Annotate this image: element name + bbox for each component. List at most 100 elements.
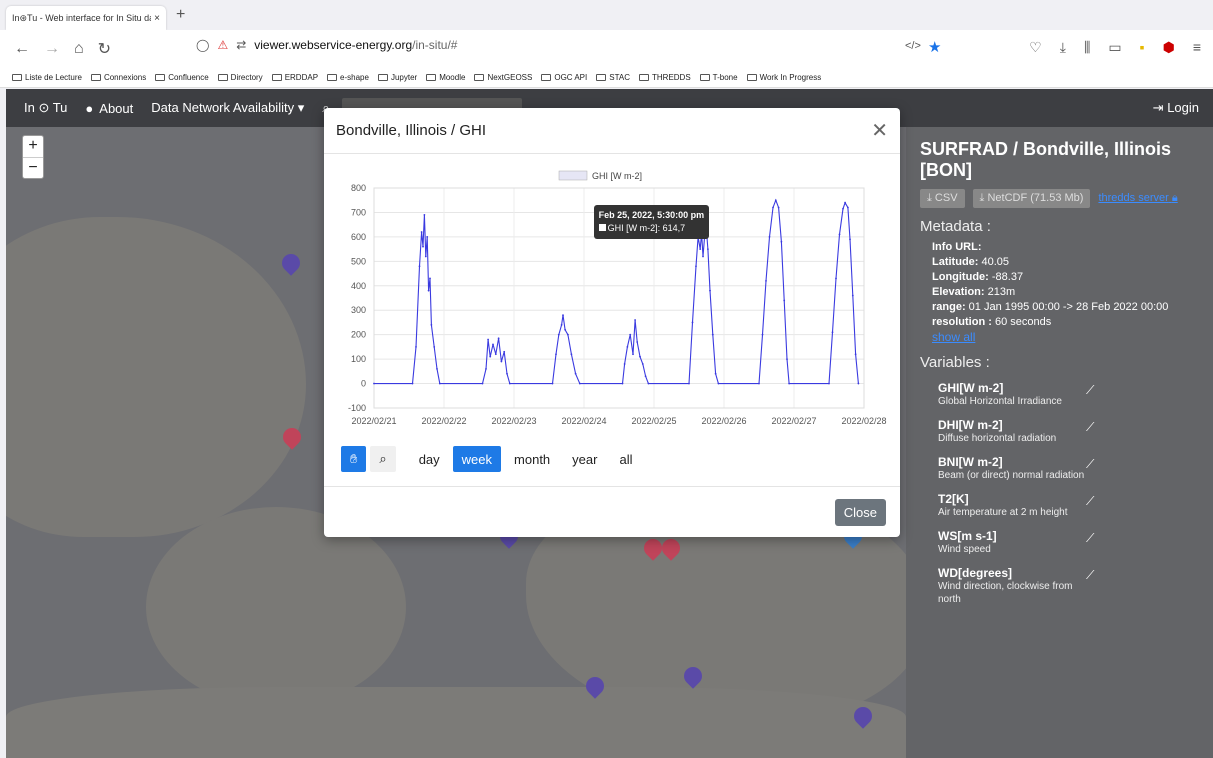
browser-tab-bar: In⊛Tu - Web interface for In Situ da × + <box>0 0 1213 30</box>
data-point <box>423 213 426 216</box>
bookmark-label: e-shape <box>340 73 369 82</box>
sidebar-icon[interactable]: ▭ <box>1108 39 1121 56</box>
browser-tab[interactable]: In⊛Tu - Web interface for In Situ da × <box>6 6 166 30</box>
forward-icon[interactable]: → <box>44 40 60 58</box>
bookmark-label: THREDDS <box>652 73 691 82</box>
data-point <box>709 289 711 292</box>
data-point <box>780 240 783 243</box>
data-point <box>494 353 497 356</box>
extension-icon[interactable]: ▪ <box>1140 39 1145 56</box>
data-point <box>481 382 484 385</box>
data-point <box>844 201 846 204</box>
data-point <box>711 333 714 336</box>
data-point <box>714 372 717 375</box>
x-tick-label: 2022/02/22 <box>421 416 466 426</box>
bookmarks-bar: Liste de Lecture Connexions Confluence Dire… <box>0 68 1213 88</box>
reload-icon[interactable]: ↻ <box>98 39 111 59</box>
folder-icon <box>596 74 607 81</box>
new-tab-button[interactable]: + <box>176 6 185 24</box>
y-tick-label: 0 <box>361 379 366 389</box>
data-point <box>420 231 423 233</box>
bookmark-item[interactable]: STAC <box>596 73 630 82</box>
bookmark-item[interactable]: Confluence <box>155 73 209 82</box>
bookmark-item[interactable]: NextGEOSS <box>474 73 532 82</box>
zoom-tool-button[interactable]: ⌕ <box>370 446 396 472</box>
legend-label: GHI [W m-2] <box>592 171 642 181</box>
data-point <box>436 367 438 370</box>
bookmark-item[interactable]: Work In Progress <box>746 73 821 82</box>
range-button-month[interactable]: month <box>505 446 559 472</box>
bookmark-item[interactable]: THREDDS <box>639 73 691 82</box>
data-point <box>492 343 494 346</box>
range-button-day[interactable]: day <box>410 446 449 472</box>
data-point <box>786 358 788 361</box>
data-point <box>424 255 427 258</box>
data-point <box>418 265 421 268</box>
y-tick-label: -100 <box>348 403 366 413</box>
range-button-week[interactable]: week <box>452 446 502 472</box>
folder-icon <box>12 74 22 81</box>
bookmark-item[interactable]: OGC API <box>541 73 587 82</box>
shield-icon: ◯ <box>196 38 210 52</box>
bookmark-item[interactable]: Jupyter <box>377 73 417 82</box>
bookmark-item[interactable]: Directory <box>217 73 263 82</box>
modal-title: Bondville, Illinois / GHI <box>336 122 487 139</box>
download-icon[interactable]: ⤓ <box>1060 39 1066 56</box>
library-icon[interactable]: ⫼ <box>1084 39 1090 56</box>
ublock-icon[interactable]: ⬢ <box>1163 39 1175 56</box>
data-point <box>688 382 690 385</box>
code-icon[interactable]: </> <box>905 40 921 52</box>
pan-tool-button[interactable]: ✋︎ <box>341 446 367 472</box>
data-point <box>828 382 830 385</box>
back-icon[interactable]: ← <box>14 40 30 58</box>
tooltip-swatch <box>598 224 606 232</box>
bookmark-item[interactable]: Moodle <box>426 73 465 82</box>
magnifier-icon: ⌕ <box>379 451 387 466</box>
close-button[interactable]: Close <box>834 499 886 526</box>
x-tick-label: 2022/02/25 <box>631 416 676 426</box>
data-point <box>788 382 790 385</box>
legend-swatch <box>558 170 588 181</box>
folder-icon <box>426 74 437 81</box>
close-icon[interactable]: ✕ <box>871 118 888 143</box>
folder-icon <box>746 74 757 81</box>
data-point <box>626 345 629 348</box>
data-point <box>772 206 774 209</box>
data-point <box>641 363 644 365</box>
bookmark-label: ERDDAP <box>284 73 319 82</box>
bookmark-item[interactable]: e-shape <box>327 73 369 82</box>
range-button-all[interactable]: all <box>610 446 641 472</box>
x-tick-label: 2022/02/28 <box>841 416 886 426</box>
bookmark-label: Connexions <box>103 73 147 82</box>
bookmark-star-icon[interactable]: ★ <box>928 38 941 56</box>
tab-close-icon[interactable]: × <box>154 13 160 24</box>
url-bar[interactable]: ◯ ⚠ ⇄ viewer.webservice-energy.org/in-si… <box>196 38 457 52</box>
bookmark-item[interactable]: Connexions <box>90 73 147 82</box>
data-point <box>851 294 854 297</box>
data-point <box>774 199 777 202</box>
data-point <box>849 238 851 241</box>
pocket-icon[interactable]: ♡ <box>1029 39 1042 56</box>
data-point <box>717 382 720 385</box>
menu-icon[interactable]: ≡ <box>1193 39 1201 56</box>
data-point <box>636 341 639 343</box>
data-point <box>621 382 624 385</box>
chart-toolbar: ✋︎ ⌕ day week month year all <box>341 446 641 472</box>
data-point <box>777 206 780 209</box>
data-point <box>415 345 417 348</box>
bookmark-item[interactable]: T-bone <box>699 73 738 82</box>
data-point <box>564 328 566 331</box>
folder-icon <box>155 74 166 81</box>
data-point <box>422 245 424 248</box>
data-point <box>485 367 487 370</box>
range-button-year[interactable]: year <box>563 446 606 472</box>
bookmark-item[interactable]: ERDDAP <box>271 73 319 82</box>
folder-icon <box>377 74 388 81</box>
y-tick-label: 300 <box>351 305 366 315</box>
home-icon[interactable]: ⌂ <box>74 40 84 58</box>
url-host: viewer.webservice-energy.org <box>254 38 413 52</box>
folder-icon <box>699 74 710 81</box>
data-point <box>629 333 632 336</box>
bookmark-item[interactable]: Liste de Lecture <box>12 73 82 82</box>
tooltip-value: GHI [W m-2]: 614,7 <box>607 223 686 234</box>
